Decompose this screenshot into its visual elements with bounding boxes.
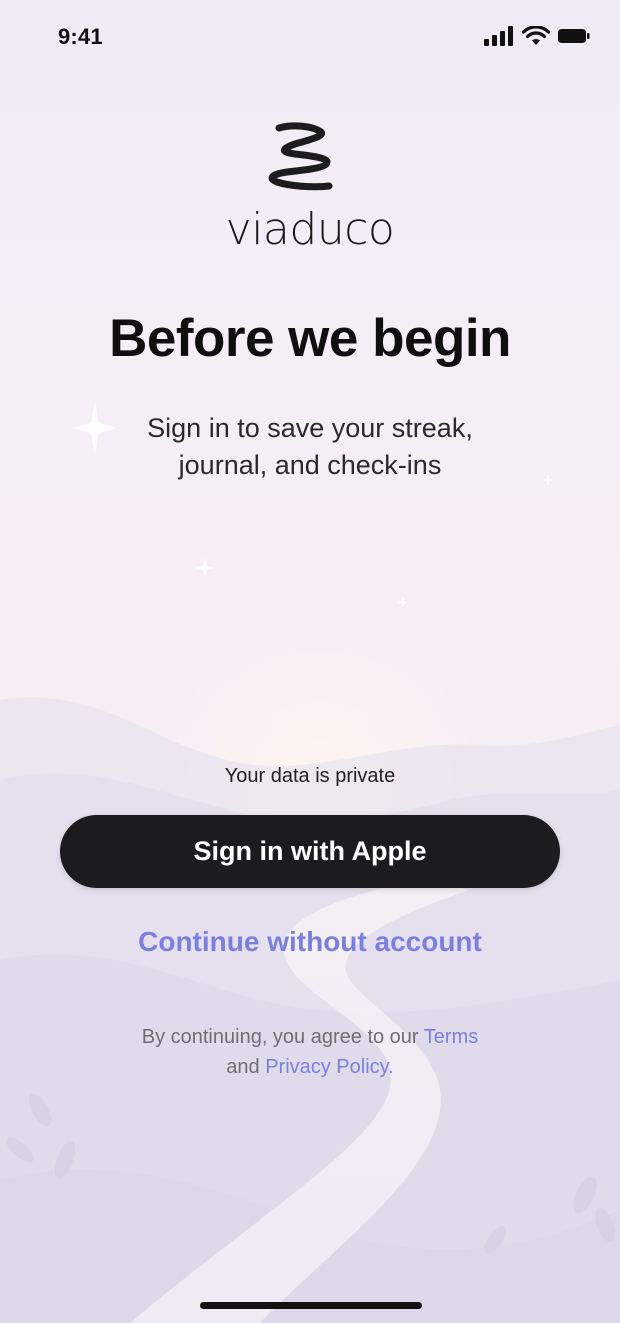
status-bar: 9:41 [0, 0, 620, 76]
cellular-signal-icon [484, 26, 514, 46]
status-icons [484, 26, 590, 46]
privacy-note: Your data is private [224, 765, 396, 787]
wifi-icon [522, 26, 550, 46]
battery-icon [558, 28, 590, 44]
landscape-background [0, 400, 620, 1323]
legal-conjunction: and [226, 1056, 260, 1078]
sign-in-with-apple-button[interactable]: Sign in with Apple [60, 815, 560, 888]
home-indicator[interactable] [200, 1302, 422, 1309]
page-title: Before we begin [109, 309, 511, 368]
brand-name: viaduco [225, 204, 395, 255]
terms-link[interactable]: Terms [424, 1026, 478, 1048]
apple-button-label: Sign in with Apple [193, 836, 427, 866]
subtitle-line-2: journal, and check-ins [178, 450, 442, 480]
legal-prefix: By continuing, you agree to our [141, 1026, 419, 1048]
subtitle-line-1: Sign in to save your streak, [147, 413, 473, 443]
legal-notice: By continuing, you agree to our Terms an… [0, 1022, 620, 1082]
squiggle-logo-icon [268, 122, 333, 191]
privacy-policy-link[interactable]: Privacy Policy. [265, 1056, 394, 1078]
status-time: 9:41 [58, 24, 103, 49]
continue-without-account-link[interactable]: Continue without account [0, 926, 620, 958]
subtitle: Sign in to save your streak, journal, an… [0, 410, 620, 484]
legal-line-2: and Privacy Policy. [0, 1052, 620, 1082]
legal-line-1: By continuing, you agree to our Terms [0, 1022, 620, 1052]
sign-in-screen: 9:41 viaduco Before we begin Sign in to … [0, 0, 620, 1323]
